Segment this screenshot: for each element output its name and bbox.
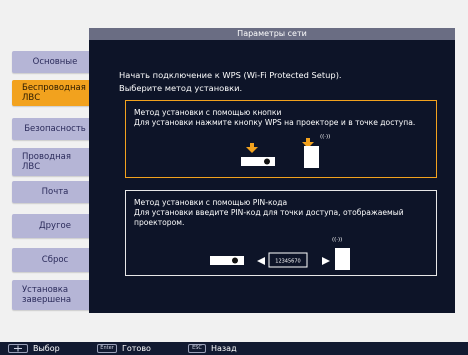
sidebar-item-basic[interactable]: Основные (12, 51, 98, 73)
intro-text-line1: Начать подключение к WPS (Wi-Fi Protecte… (119, 70, 342, 80)
pin-code-value: 12345670 (275, 259, 300, 265)
sidebar-item-setup-complete[interactable]: Установка завершена (12, 280, 98, 310)
projector-screen: Основные Беспроводная ЛВС Безопасность П… (0, 0, 468, 355)
enter-key-icon: Enter (97, 344, 117, 353)
sidebar-item-wireless-lan[interactable]: Беспроводная ЛВС (12, 80, 98, 106)
sidebar-item-label: Основные (32, 57, 78, 67)
sidebar-item-label: Проводная ЛВС (22, 152, 71, 172)
pin-code-method-option[interactable]: Метод установки с помощью PIN-кода Для у… (125, 190, 437, 276)
sidebar-item-label: Установка завершена (22, 285, 72, 305)
sidebar-item-label: Сброс (41, 255, 69, 265)
push-button-method-option[interactable]: Метод установки с помощью кнопки Для уст… (125, 100, 437, 178)
projector-icon (241, 157, 275, 166)
sidebar-item-label: Беспроводная ЛВС (22, 83, 86, 103)
sidebar-item-other[interactable]: Другое (12, 214, 98, 238)
sidebar-item-security[interactable]: Безопасность (12, 118, 98, 140)
select-label: Выбор (33, 344, 60, 353)
network-settings-panel: Параметры сети Начать подключение к WPS … (89, 28, 455, 313)
down-arrow-icon (246, 143, 258, 153)
sidebar-item-label: Почта (41, 187, 69, 197)
sidebar-item-label: Другое (39, 221, 71, 231)
left-arrow-icon (257, 257, 265, 265)
done-label: Готово (122, 344, 151, 353)
sidebar-item-mail[interactable]: Почта (12, 181, 98, 203)
wireless-signal-icon: ((·)) (332, 237, 342, 243)
panel-title: Параметры сети (89, 28, 455, 40)
push-button-illustration: ((·)) (241, 134, 330, 168)
footer-bar: Выбор Enter Готово ESC Назад (0, 342, 468, 355)
sidebar-item-wired-lan[interactable]: Проводная ЛВС (12, 148, 98, 176)
projector-icon (210, 256, 244, 265)
sidebar-item-reset[interactable]: Сброс (12, 248, 98, 272)
right-arrow-icon (322, 257, 330, 265)
esc-key-icon: ESC (188, 344, 206, 353)
intro-text-line2: Выберите метод установки. (119, 83, 243, 93)
pin-code-display: 12345670 (268, 252, 308, 268)
pin-code-illustration: 12345670 ((·)) (210, 237, 350, 270)
wireless-signal-icon: ((·)) (320, 134, 330, 140)
dpad-icon (8, 344, 28, 353)
back-label: Назад (211, 344, 237, 353)
access-point-icon: ((·)) (332, 237, 350, 270)
sidebar-item-label: Безопасность (24, 124, 86, 134)
